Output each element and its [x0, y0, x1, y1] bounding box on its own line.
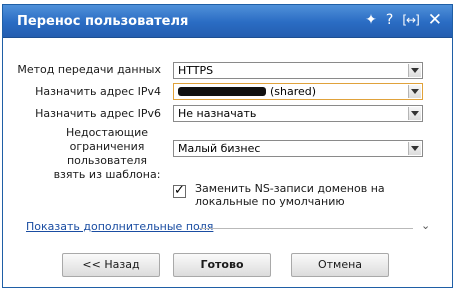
show-more-fields-link[interactable]: Показать дополнительные поля	[26, 220, 213, 233]
ipv6-label: Назначить адрес IPv6	[35, 107, 161, 120]
title-bar: Перенос пользователя ✦ ? [↔] ✕	[3, 5, 452, 38]
chevron-down-icon[interactable]	[408, 85, 421, 98]
dialog-title: Перенос пользователя	[17, 14, 189, 29]
ipv6-value: Не назначать	[178, 107, 257, 120]
close-icon[interactable]: ✕	[428, 12, 442, 29]
method-label: Метод передачи данных	[17, 63, 161, 76]
method-select[interactable]: HTTPS	[173, 62, 423, 79]
ns-records-checkbox[interactable]	[173, 183, 186, 198]
titlebar-controls: ✦ ? [↔] ✕	[365, 12, 442, 29]
limits-template-select[interactable]: Малый бизнес	[173, 140, 423, 157]
back-button[interactable]: << Назад	[62, 253, 160, 277]
limits-label: Недостающие ограничения пользователя взя…	[53, 126, 161, 181]
ns-records-label: Заменить NS-записи доменов на локальные …	[195, 182, 385, 208]
redacted-ip	[178, 87, 266, 96]
divider	[199, 228, 413, 229]
chevron-down-icon[interactable]	[408, 64, 421, 77]
ipv6-select[interactable]: Не назначать	[173, 105, 423, 122]
limits-value: Малый бизнес	[178, 142, 261, 155]
ipv4-label: Назначить адрес IPv4	[35, 85, 161, 98]
maximize-icon[interactable]: [↔]	[402, 12, 419, 28]
ipv4-value: (shared)	[270, 85, 317, 98]
chevron-down-icon[interactable]	[408, 142, 421, 155]
ipv4-select[interactable]: (shared)	[173, 83, 423, 100]
chevron-down-icon[interactable]	[408, 107, 421, 120]
pin-icon[interactable]: ✦	[365, 12, 377, 28]
transfer-user-dialog: Перенос пользователя ✦ ? [↔] ✕ Метод пер…	[2, 4, 453, 288]
method-value: HTTPS	[178, 64, 214, 77]
chevron-down-icon[interactable]: ⌄	[421, 219, 430, 232]
cancel-button[interactable]: Отмена	[291, 253, 389, 277]
help-icon[interactable]: ?	[386, 12, 393, 28]
done-button[interactable]: Готово	[173, 253, 271, 277]
